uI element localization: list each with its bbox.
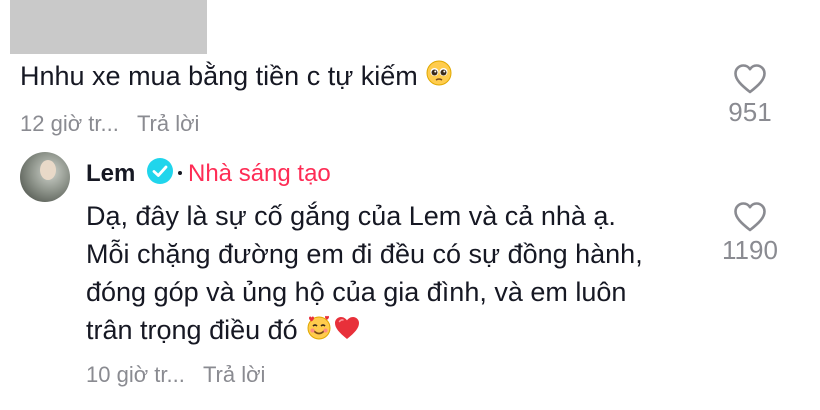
like-button[interactable]: 1190 — [715, 201, 785, 266]
reply-line-4-text: trân trọng điều đó — [86, 315, 298, 345]
comment-timestamp: 12 giờ tr... — [20, 111, 119, 136]
red-heart-icon — [333, 314, 361, 350]
verified-badge-icon — [147, 158, 173, 184]
like-count: 951 — [728, 97, 772, 127]
reply-meta: 10 giờ tr... Trả lời — [86, 362, 265, 388]
reply-line-2: Mỗi chặng đường em đi đều có sự đồng hàn… — [86, 239, 643, 269]
like-count: 1190 — [722, 235, 778, 265]
reply-line-3: đóng góp và ủng hộ của gia đình, và em l… — [86, 277, 627, 307]
redacted-username-bar — [10, 0, 207, 54]
smiling-face-with-hearts-icon — [305, 313, 333, 350]
heart-outline-icon — [715, 201, 785, 233]
comment-body: Hnhu xe mua bằng tiền c tự kiếm — [20, 61, 418, 91]
avatar[interactable] — [20, 152, 70, 202]
comment-text: Hnhu xe mua bằng tiền c tự kiếm — [20, 58, 453, 96]
like-button[interactable]: 951 — [715, 63, 785, 128]
reply-line-1: Dạ, đây là sự cố gắng của Lem và cả nhà … — [86, 201, 616, 231]
separator-dot — [178, 171, 182, 175]
reply-timestamp: 10 giờ tr... — [86, 362, 185, 387]
reply-button[interactable]: Trả lời — [203, 362, 266, 387]
reply-button[interactable]: Trả lời — [137, 111, 200, 136]
creator-badge: Nhà sáng tạo — [188, 160, 331, 187]
heart-outline-icon — [715, 63, 785, 95]
pleading-face-icon — [425, 59, 453, 96]
author-name[interactable]: Lem — [86, 160, 135, 188]
comment-meta: 12 giờ tr... Trả lời — [20, 111, 199, 137]
reply-line-4: trân trọng điều đó — [86, 312, 361, 350]
